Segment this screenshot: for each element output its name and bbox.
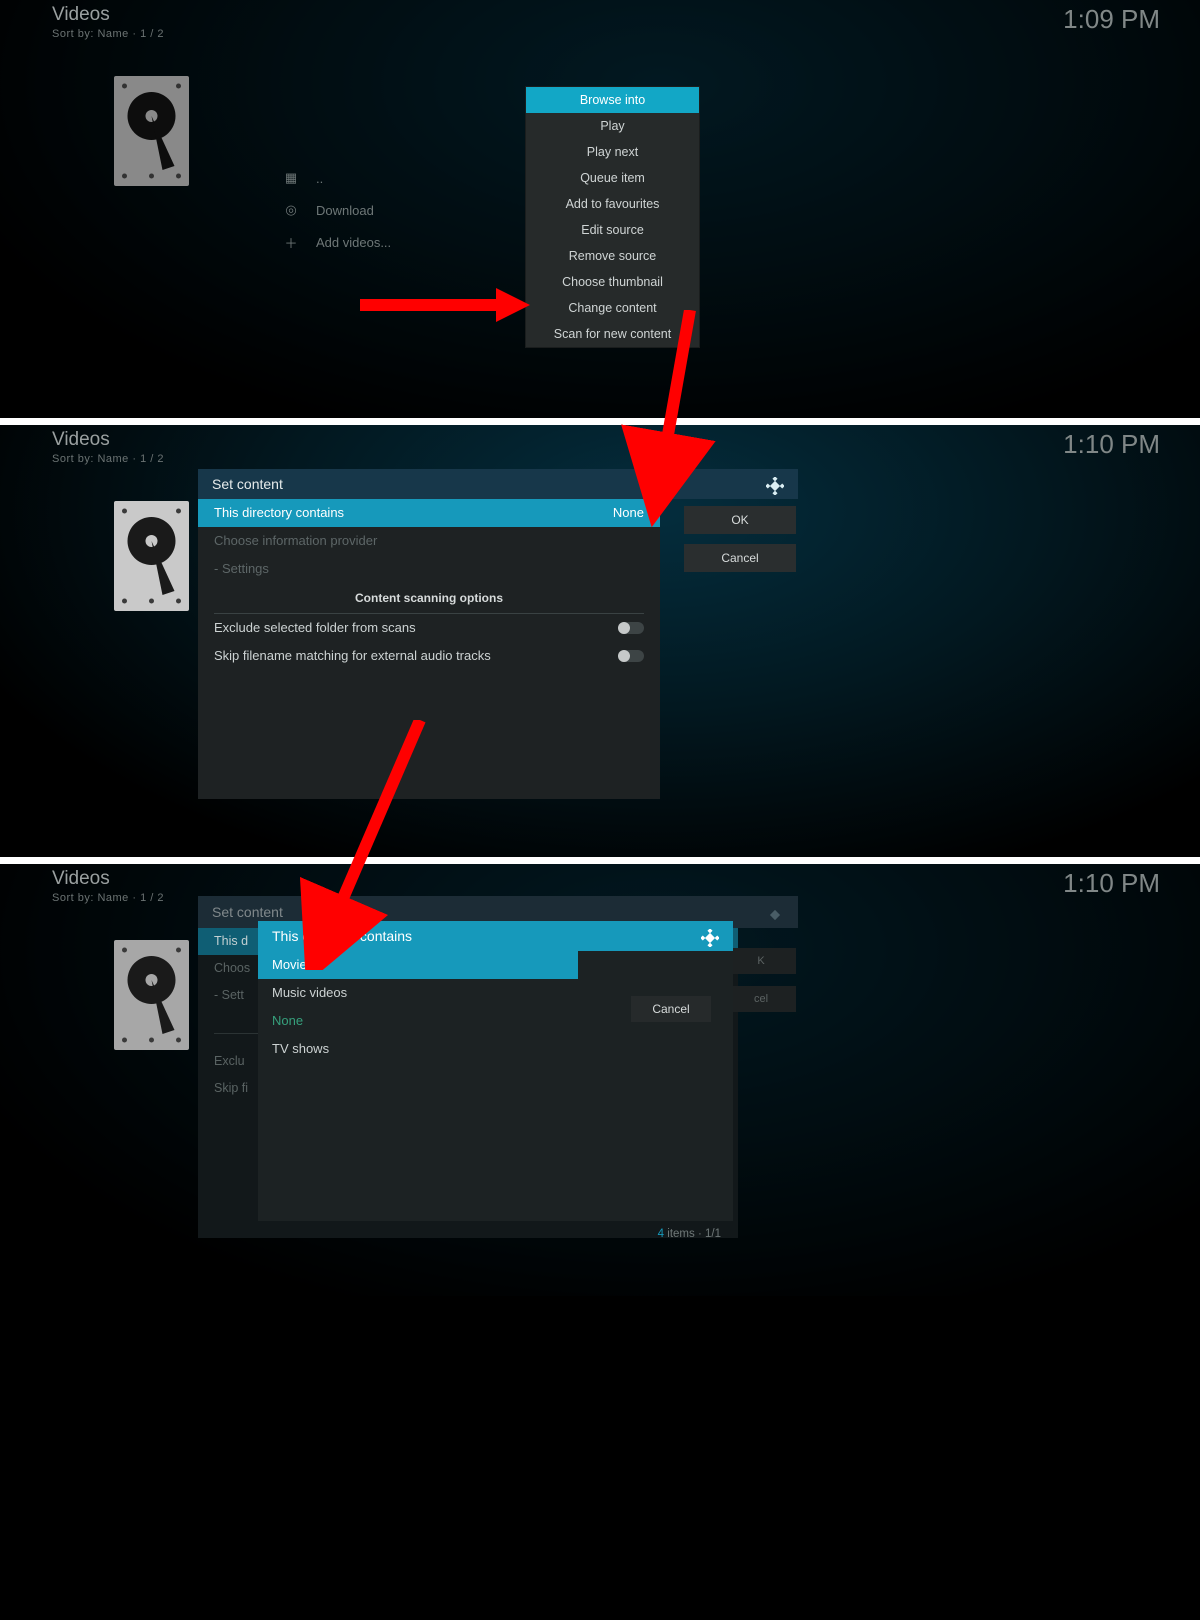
ctx-scan-new-content[interactable]: Scan for new content: [526, 321, 699, 347]
page-title: Videos: [52, 4, 164, 26]
dialog-header: Set content: [198, 469, 798, 499]
chooser-footer: 4 items · 1/1: [258, 1221, 733, 1247]
row-information-provider[interactable]: Choose information provider: [198, 527, 660, 555]
download-item[interactable]: ◎Download: [284, 194, 391, 226]
dialog-buttons: OK Cancel: [684, 506, 796, 582]
kodi-logo-icon: [766, 475, 784, 493]
hard-disk-icon: [114, 940, 189, 1050]
scan-options-header: Content scanning options: [214, 583, 644, 614]
ctx-change-content[interactable]: Change content: [526, 295, 699, 321]
ok-button-behind: K: [726, 948, 796, 974]
ctx-queue-item[interactable]: Queue item: [526, 165, 699, 191]
directory-contains-chooser: This directory contains Movies Music vid…: [258, 921, 733, 1247]
kodi-logo-icon: [701, 927, 719, 945]
clock: 1:09 PM: [1063, 4, 1160, 35]
ctx-choose-thumbnail[interactable]: Choose thumbnail: [526, 269, 699, 295]
sort-page-info: Sort by: Name · 1 / 2: [52, 453, 164, 465]
sort-page-info: Sort by: Name · 1 / 2: [52, 28, 164, 40]
kodi-logo-icon: [766, 903, 784, 921]
chooser-opt-tv-shows[interactable]: TV shows: [258, 1035, 733, 1063]
ok-button[interactable]: OK: [684, 506, 796, 534]
ctx-play[interactable]: Play: [526, 113, 699, 139]
clock: 1:10 PM: [1063, 429, 1160, 460]
hard-disk-icon: [114, 501, 189, 611]
toggle-off-icon[interactable]: [618, 622, 644, 634]
ctx-edit-source[interactable]: Edit source: [526, 217, 699, 243]
add-videos-item[interactable]: ＋Add videos...: [284, 226, 391, 258]
header: Videos Sort by: Name · 1 / 2: [52, 429, 164, 465]
ctx-play-next[interactable]: Play next: [526, 139, 699, 165]
row-provider-settings[interactable]: - Settings: [198, 555, 660, 583]
row-directory-contains[interactable]: This directory contains None: [198, 499, 660, 527]
page-title: Videos: [52, 429, 164, 451]
video-source-list: ▦.. ◎Download ＋Add videos...: [284, 162, 391, 258]
parent-dir-item[interactable]: ▦..: [284, 162, 391, 194]
header: Videos Sort by: Name · 1 / 2: [52, 4, 164, 40]
hard-disk-icon: [114, 76, 189, 186]
chooser-cancel-button[interactable]: Cancel: [631, 996, 711, 1022]
chooser-opt-movies[interactable]: Movies: [258, 951, 578, 979]
context-menu: Browse into Play Play next Queue item Ad…: [525, 86, 700, 348]
cancel-button[interactable]: Cancel: [684, 544, 796, 572]
toggle-off-icon[interactable]: [618, 650, 644, 662]
opt-skip-filename[interactable]: Skip filename matching for external audi…: [198, 642, 660, 670]
ctx-add-favourites[interactable]: Add to favourites: [526, 191, 699, 217]
ctx-browse-into[interactable]: Browse into: [526, 87, 699, 113]
clock: 1:10 PM: [1063, 868, 1160, 899]
dialog-buttons-behind: K cel: [726, 948, 796, 1024]
header: Videos Sort by: Name · 1 / 2: [52, 868, 164, 904]
opt-exclude-folder[interactable]: Exclude selected folder from scans: [198, 614, 660, 642]
directory-contains-value: None: [613, 499, 644, 527]
sort-page-info: Sort by: Name · 1 / 2: [52, 892, 164, 904]
drive-icon: ◎: [284, 202, 298, 218]
cancel-button-behind: cel: [726, 986, 796, 1012]
folder-icon: ▦: [284, 170, 298, 186]
annotation-arrow: [360, 299, 500, 311]
plus-icon: ＋: [284, 233, 298, 252]
chooser-header: This directory contains: [258, 921, 733, 951]
ctx-remove-source[interactable]: Remove source: [526, 243, 699, 269]
page-title: Videos: [52, 868, 164, 890]
